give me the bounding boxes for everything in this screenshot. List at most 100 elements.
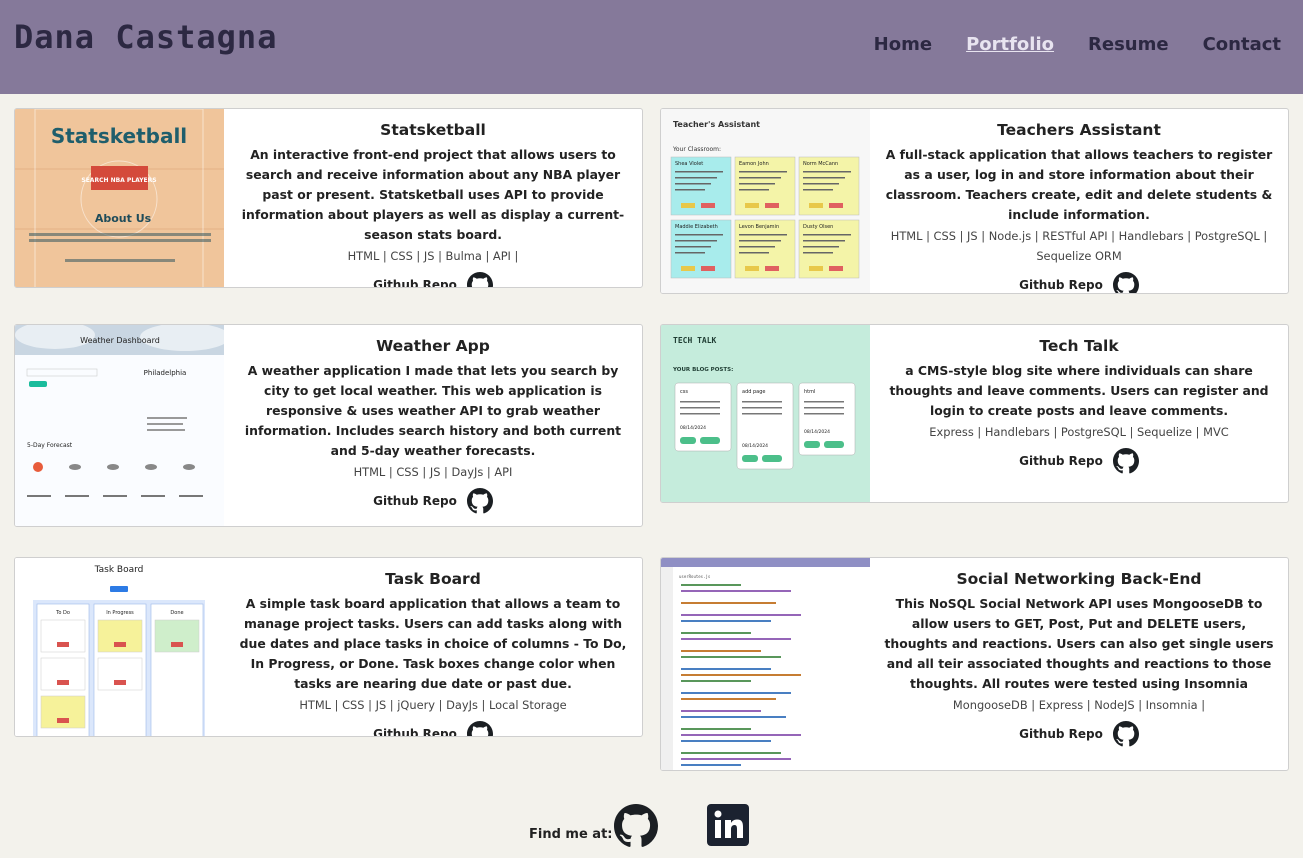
- repo-label: Github Repo: [373, 278, 457, 288]
- thumb-heading: Task Board: [94, 565, 144, 575]
- github-icon[interactable]: [466, 721, 493, 737]
- repo-label: Github Repo: [1019, 454, 1103, 468]
- project-thumbnail: Weather Dashboard Philadelphia 5-Day For…: [15, 325, 224, 526]
- thumb-blog-post: html 08/14/2024: [798, 382, 856, 456]
- project-card-social-network: userRoutes.js Social Networking Back-End…: [660, 557, 1289, 771]
- nav-portfolio[interactable]: Portfolio: [966, 34, 1054, 55]
- main-nav: Home Portfolio Resume Contact: [874, 34, 1281, 55]
- github-repo-link[interactable]: Github Repo: [234, 721, 632, 737]
- thumb-code-line: [681, 752, 781, 754]
- thumb-code-line: [681, 764, 741, 766]
- thumb-forecast: 5-Day Forecast: [27, 442, 73, 449]
- thumb-task-column: To Do: [36, 603, 90, 736]
- nav-contact[interactable]: Contact: [1203, 34, 1281, 55]
- svg-text:Maddie Elizabeth: Maddie Elizabeth: [675, 224, 718, 230]
- thumb-section: Your Classroom:: [672, 146, 721, 153]
- project-card-teachers-assistant: Teacher's Assistant Your Classroom: Shea…: [660, 108, 1289, 294]
- project-title: Teachers Assistant: [997, 121, 1161, 139]
- thumb-student-card: Maddie Elizabeth: [670, 219, 732, 279]
- project-card-weather-app: Weather Dashboard Philadelphia 5-Day For…: [14, 324, 643, 527]
- project-tech-stack: HTML | CSS | JS | jQuery | DayJs | Local…: [299, 698, 567, 712]
- svg-text:Norm McCann: Norm McCann: [803, 161, 838, 167]
- project-tech-stack: MongooseDB | Express | NodeJS | Insomnia…: [952, 698, 1206, 712]
- thumb-student-card: Dusty Olsen: [798, 219, 860, 279]
- thumb-code-line: [681, 698, 776, 700]
- thumb-code-line: [681, 680, 751, 682]
- project-title: Task Board: [385, 570, 481, 588]
- thumb-blog-post: add page 08/14/2024: [736, 382, 794, 470]
- github-repo-link[interactable]: Github Repo: [234, 272, 632, 288]
- thumb-filename: userRoutes.js: [679, 574, 711, 579]
- thumb-subheading: About Us: [95, 212, 152, 225]
- project-tech-stack: Express | Handlebars | PostgreSQL | Sequ…: [929, 425, 1229, 439]
- site-title: Dana Castagna: [14, 18, 278, 56]
- project-description: A weather application I made that lets y…: [244, 363, 622, 458]
- github-icon[interactable]: [1112, 721, 1139, 747]
- thumb-code-line: [681, 728, 751, 730]
- project-description: An interactive front-end project that al…: [241, 147, 625, 242]
- svg-text:Levon Benjamin: Levon Benjamin: [739, 224, 779, 230]
- svg-text:Dusty Olsen: Dusty Olsen: [803, 224, 833, 230]
- svg-text:To Do: To Do: [55, 610, 70, 616]
- project-body: Social Networking Back-End This NoSQL So…: [870, 558, 1288, 770]
- thumb-blog-post: css 08/14/2024: [674, 382, 732, 452]
- project-description: A simple task board application that all…: [239, 596, 627, 691]
- project-tech-stack: HTML | CSS | JS | DayJs | API: [353, 465, 513, 479]
- thumb-code-line: [681, 632, 751, 634]
- github-icon[interactable]: [466, 272, 493, 288]
- thumb-code-line: [681, 590, 791, 592]
- linkedin-icon[interactable]: [707, 804, 749, 846]
- thumb-code-line: [681, 734, 801, 736]
- thumb-code-line: [681, 656, 781, 658]
- thumb-code-line: [681, 674, 801, 676]
- nav-resume[interactable]: Resume: [1088, 34, 1169, 55]
- thumb-student-card: Eamon John: [734, 156, 796, 216]
- project-title: Social Networking Back-End: [956, 570, 1202, 588]
- thumb-code-line: [681, 710, 761, 712]
- svg-text:css: css: [680, 389, 688, 395]
- thumb-code-line: [681, 602, 776, 604]
- repo-label: Github Repo: [1019, 278, 1103, 292]
- github-repo-link[interactable]: Github Repo: [880, 272, 1278, 294]
- project-tech-stack: HTML | CSS | JS | Node.js | RESTful API …: [890, 229, 1268, 263]
- project-description: a CMS-style blog site where individuals …: [889, 363, 1269, 418]
- thumb-code-line: [681, 740, 771, 742]
- repo-label: Github Repo: [373, 494, 457, 508]
- github-icon[interactable]: [1112, 448, 1139, 474]
- thumb-code-line: [681, 620, 771, 622]
- project-body: Tech Talk a CMS-style blog site where in…: [870, 325, 1288, 502]
- project-card-task-board: Task Board To Do In Progress Done Task Boa…: [14, 557, 643, 737]
- project-description: This NoSQL Social Network API uses Mongo…: [884, 596, 1274, 691]
- project-title: Weather App: [376, 337, 490, 355]
- thumb-code-line: [681, 584, 741, 586]
- project-title: Tech Talk: [1039, 337, 1119, 355]
- thumb-search-button: SEARCH NBA PLAYERS: [81, 177, 156, 184]
- github-icon[interactable]: [466, 488, 493, 514]
- svg-text:Shea Violet: Shea Violet: [675, 161, 703, 167]
- svg-text:08/14/2024: 08/14/2024: [804, 429, 830, 435]
- thumb-code-line: [681, 758, 791, 760]
- github-repo-link[interactable]: Github Repo: [234, 488, 632, 514]
- nav-home[interactable]: Home: [874, 34, 932, 55]
- thumb-code-line: [681, 716, 786, 718]
- github-icon[interactable]: [1112, 272, 1139, 294]
- svg-text:In Progress: In Progress: [106, 610, 134, 616]
- site-footer: Find me at:: [0, 800, 1303, 858]
- github-icon[interactable]: [614, 804, 658, 848]
- project-thumbnail: Teacher's Assistant Your Classroom: Shea…: [661, 109, 870, 293]
- project-card-tech-talk: TECH TALK YOUR BLOG POSTS: css 08/14/2024…: [660, 324, 1289, 503]
- thumb-code-line: [681, 692, 791, 694]
- svg-text:08/14/2024: 08/14/2024: [680, 425, 706, 431]
- thumb-logo: TECH TALK: [673, 336, 717, 345]
- thumb-task-column: Done: [150, 603, 204, 736]
- svg-text:add page: add page: [742, 389, 766, 395]
- thumb-student-card: Norm McCann: [798, 156, 860, 216]
- thumb-heading: Weather Dashboard: [80, 336, 160, 345]
- project-thumbnail: SEARCH NBA PLAYERS Statsketball About Us: [15, 109, 224, 287]
- github-repo-link[interactable]: Github Repo: [880, 721, 1278, 747]
- thumb-heading: Statsketball: [51, 124, 187, 148]
- project-thumbnail: Task Board To Do In Progress Done: [15, 558, 224, 736]
- thumb-student-card: Levon Benjamin: [734, 219, 796, 279]
- github-repo-link[interactable]: Github Repo: [880, 448, 1278, 474]
- project-body: Teachers Assistant A full-stack applicat…: [870, 109, 1288, 293]
